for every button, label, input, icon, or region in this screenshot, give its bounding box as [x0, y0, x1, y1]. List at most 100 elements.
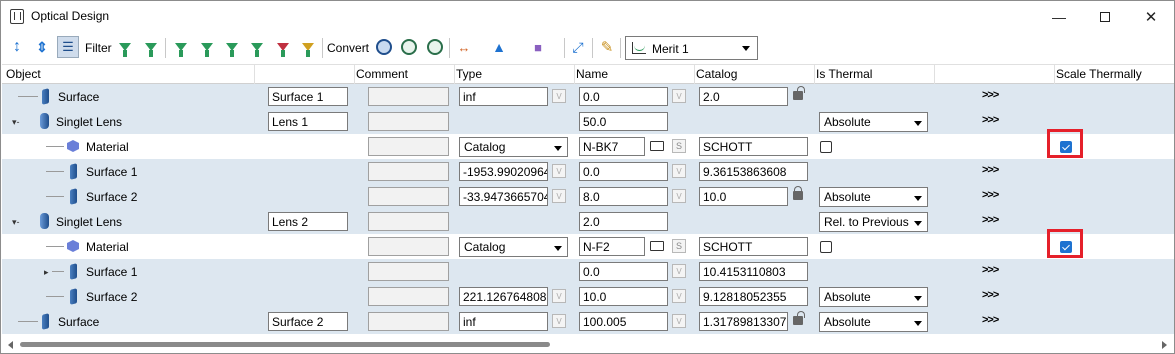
- more-button[interactable]: >>>: [982, 114, 999, 126]
- cube-icon[interactable]: ■: [528, 37, 548, 57]
- unlock-icon[interactable]: [793, 311, 805, 325]
- table-row[interactable]: ▾- Singlet Lens Lens 1 50.0 Absolute >>>: [2, 109, 1174, 134]
- folder-icon[interactable]: [650, 241, 664, 251]
- catalog-field[interactable]: SCHOTT: [699, 137, 808, 156]
- more-button[interactable]: >>>: [982, 189, 999, 201]
- more-button[interactable]: >>>: [982, 214, 999, 226]
- comment-field[interactable]: [368, 237, 449, 256]
- convert-refresh-icon[interactable]: [425, 37, 445, 57]
- table-row[interactable]: ▾- Singlet Lens Lens 2 2.0 Rel. to Previ…: [2, 209, 1174, 234]
- variable-toggle[interactable]: V: [672, 264, 686, 278]
- name-field[interactable]: 2.0: [579, 212, 668, 231]
- more-button[interactable]: >>>: [982, 89, 999, 101]
- filter-id-icon[interactable]: [115, 37, 135, 57]
- object-name-field[interactable]: Surface 2: [268, 312, 348, 331]
- scroll-right-icon[interactable]: [1162, 341, 1167, 349]
- unlock-icon[interactable]: [793, 86, 805, 100]
- is-thermal-select[interactable]: Absolute: [819, 287, 928, 307]
- variable-toggle[interactable]: V: [552, 89, 566, 103]
- header-scale-thermally[interactable]: Scale Thermally: [1056, 67, 1142, 81]
- catalog-field[interactable]: 9.36153863608: [699, 162, 808, 181]
- folder-icon[interactable]: [650, 141, 664, 151]
- more-button[interactable]: >>>: [982, 289, 999, 301]
- comment-field[interactable]: [368, 212, 449, 231]
- material-type-select[interactable]: Catalog: [459, 137, 568, 157]
- header-type[interactable]: Type: [456, 67, 482, 81]
- catalog-field[interactable]: 10.4153110803: [699, 262, 808, 281]
- table-row[interactable]: Material Catalog N-BK7 S SCHOTT: [2, 134, 1174, 159]
- type-field[interactable]: -1953.99020964: [459, 162, 548, 181]
- maximize-button[interactable]: [1082, 1, 1128, 32]
- is-thermal-select[interactable]: Absolute: [819, 112, 928, 132]
- catalog-field[interactable]: 10.0: [699, 187, 788, 206]
- table-row[interactable]: Surface 1 -1953.99020964 V 0.0 V 9.36153…: [2, 159, 1174, 184]
- table-row[interactable]: Surface Surface 2 inf V 100.005 V 1.3178…: [2, 309, 1174, 334]
- variable-toggle[interactable]: V: [672, 289, 686, 303]
- comment-field[interactable]: [368, 287, 449, 306]
- name-field[interactable]: 10.0: [579, 287, 668, 306]
- filter-comment-icon[interactable]: [141, 37, 161, 57]
- lock-icon[interactable]: [793, 186, 803, 200]
- minimize-button[interactable]: —: [1036, 1, 1082, 32]
- collapse-icon[interactable]: ▾-: [12, 117, 20, 128]
- is-thermal-checkbox[interactable]: [820, 141, 832, 153]
- filter-object-icon[interactable]: [197, 37, 217, 57]
- list-view-icon[interactable]: ☰: [57, 36, 79, 58]
- spread-icon[interactable]: ↔: [454, 37, 474, 57]
- collapse-all-icon[interactable]: ⇕: [32, 37, 52, 57]
- table-row[interactable]: Surface 2 221.126764808 V 10.0 V 9.12818…: [2, 284, 1174, 309]
- solve-toggle[interactable]: S: [672, 139, 686, 153]
- variable-toggle[interactable]: V: [552, 289, 566, 303]
- name-field[interactable]: 0.0: [579, 87, 668, 106]
- more-button[interactable]: >>>: [982, 314, 999, 326]
- table-row[interactable]: Material Catalog N-F2 S SCHOTT: [2, 234, 1174, 259]
- header-is-thermal[interactable]: Is Thermal: [816, 67, 872, 81]
- more-button[interactable]: >>>: [982, 164, 999, 176]
- catalog-field[interactable]: 9.12818052355: [699, 287, 808, 306]
- brush-icon[interactable]: ✎: [597, 37, 617, 57]
- variable-toggle[interactable]: V: [552, 189, 566, 203]
- is-thermal-select[interactable]: Absolute: [819, 187, 928, 207]
- filter-edit-icon[interactable]: [298, 37, 318, 57]
- header-name[interactable]: Name: [576, 67, 608, 81]
- table-row[interactable]: ▸ Surface 1 0.0 V 10.4153110803 >>>: [2, 259, 1174, 284]
- comment-field[interactable]: [368, 187, 449, 206]
- name-field[interactable]: 8.0: [579, 187, 668, 206]
- variable-toggle[interactable]: V: [672, 164, 686, 178]
- name-field[interactable]: 0.0: [579, 162, 668, 181]
- glass-name-field[interactable]: N-F2: [579, 237, 645, 256]
- comment-field[interactable]: [368, 87, 449, 106]
- filter-settings-icon[interactable]: [171, 37, 191, 57]
- comment-field[interactable]: [368, 137, 449, 156]
- variable-toggle[interactable]: V: [672, 189, 686, 203]
- table-row[interactable]: Surface 2 -33.9473665704 V 8.0 V 10.0 Ab…: [2, 184, 1174, 209]
- type-field[interactable]: inf: [459, 312, 548, 331]
- name-field[interactable]: 100.005: [579, 312, 668, 331]
- comment-field[interactable]: [368, 112, 449, 131]
- header-object[interactable]: Object: [6, 67, 41, 81]
- scroll-left-icon[interactable]: [8, 341, 13, 349]
- is-thermal-checkbox[interactable]: [820, 241, 832, 253]
- name-field[interactable]: 50.0: [579, 112, 668, 131]
- expand-icon[interactable]: ▸: [44, 267, 49, 278]
- is-thermal-select[interactable]: Absolute: [819, 312, 928, 332]
- merit-function-select[interactable]: Merit 1: [625, 36, 758, 60]
- table-row[interactable]: Surface Surface 1 inf V 0.0 V 2.0 >>>: [2, 84, 1174, 109]
- more-button[interactable]: >>>: [982, 264, 999, 276]
- comment-field[interactable]: [368, 162, 449, 181]
- stack-icon[interactable]: ▲: [489, 37, 509, 57]
- catalog-field[interactable]: SCHOTT: [699, 237, 808, 256]
- header-catalog[interactable]: Catalog: [696, 67, 737, 81]
- object-name-field[interactable]: Surface 1: [268, 87, 348, 106]
- object-name-field[interactable]: Lens 2: [268, 212, 348, 231]
- comment-field[interactable]: [368, 262, 449, 281]
- comment-field[interactable]: [368, 312, 449, 331]
- variable-toggle[interactable]: V: [552, 164, 566, 178]
- expand-all-icon[interactable]: ↕: [7, 37, 27, 57]
- filter-lens-icon[interactable]: [247, 37, 267, 57]
- variable-toggle[interactable]: V: [672, 89, 686, 103]
- horizontal-scrollbar[interactable]: [2, 336, 1174, 353]
- collapse-icon[interactable]: ▾-: [12, 217, 20, 228]
- is-thermal-select[interactable]: Rel. to Previous: [819, 212, 928, 232]
- variable-toggle[interactable]: V: [552, 314, 566, 328]
